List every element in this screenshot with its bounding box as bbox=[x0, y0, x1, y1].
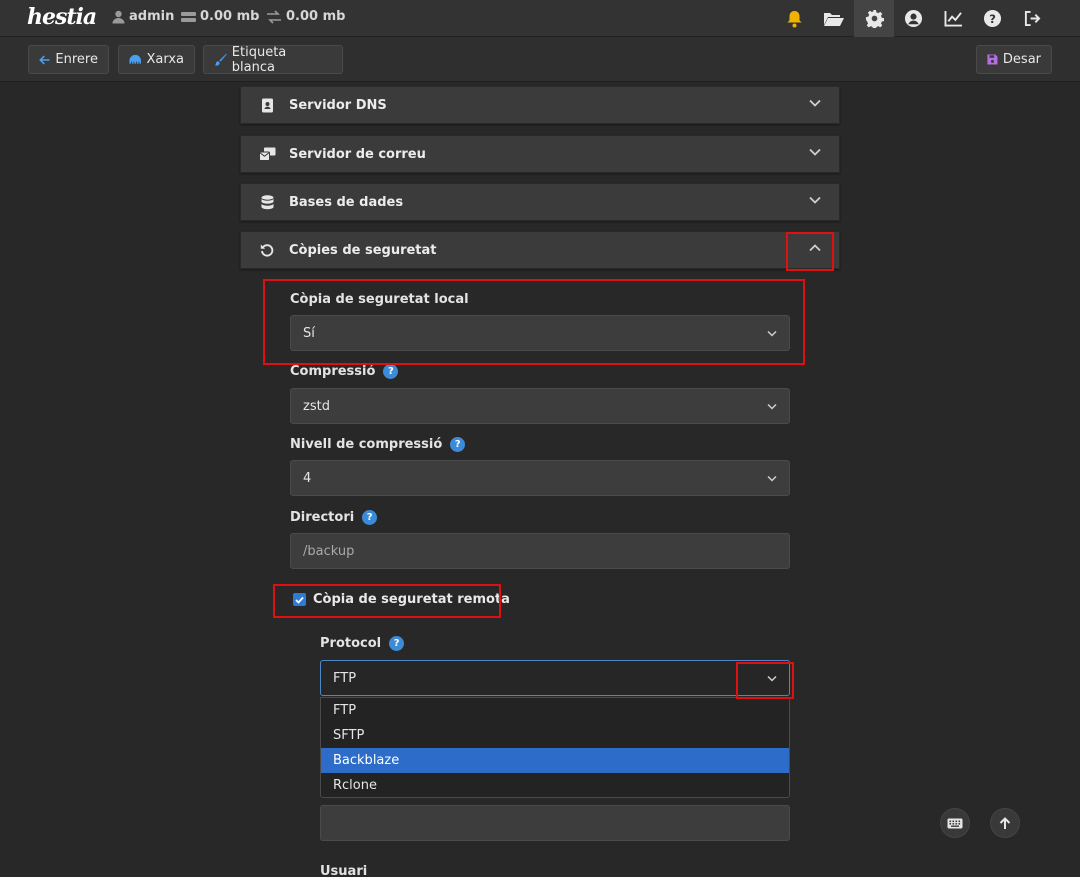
back-button-label: Enrere bbox=[55, 52, 98, 67]
help-button[interactable]: ? bbox=[972, 0, 1012, 37]
save-button[interactable]: Desar bbox=[976, 45, 1052, 74]
compression-level-label: Nivell de compressió ? bbox=[290, 437, 466, 452]
highlight-box-remote-backup bbox=[273, 584, 501, 618]
network-button[interactable]: Xarxa bbox=[118, 45, 195, 74]
protocol-option-highlighted[interactable]: Backblaze bbox=[321, 748, 789, 773]
section-dns-server[interactable]: Servidor DNS bbox=[240, 86, 840, 124]
statistics-button[interactable] bbox=[933, 0, 973, 37]
user-indicator: admin bbox=[112, 9, 174, 24]
paintbrush-icon bbox=[214, 53, 227, 66]
directory-value: /backup bbox=[303, 543, 355, 559]
transfer-arrows-icon bbox=[267, 9, 281, 24]
directory-input[interactable]: /backup bbox=[290, 533, 790, 569]
server-settings-button[interactable] bbox=[854, 0, 894, 37]
network-button-label: Xarxa bbox=[146, 52, 184, 67]
protocol-select[interactable]: FTP bbox=[320, 660, 790, 696]
help-icon[interactable]: ? bbox=[362, 510, 378, 525]
protocol-option[interactable]: FTP bbox=[321, 698, 789, 723]
highlight-box-protocol-dropdown bbox=[736, 662, 794, 699]
svg-text:?: ? bbox=[989, 12, 996, 26]
highlight-box-local-backup bbox=[263, 279, 805, 365]
help-icon[interactable]: ? bbox=[450, 437, 466, 452]
user-label: Usuari bbox=[320, 864, 367, 877]
host-input[interactable] bbox=[320, 805, 790, 841]
protocol-label: Protocol ? bbox=[320, 636, 405, 651]
protocol-option[interactable]: Rclone bbox=[321, 773, 789, 798]
database-icon bbox=[258, 194, 276, 210]
section-backups-label: Còpies de seguretat bbox=[289, 242, 437, 258]
user-account-button[interactable] bbox=[893, 0, 933, 37]
floppy-disk-icon bbox=[987, 54, 998, 65]
section-databases[interactable]: Bases de dades bbox=[240, 183, 840, 221]
back-button[interactable]: Enrere bbox=[28, 45, 109, 74]
chart-line-icon bbox=[944, 10, 962, 27]
question-circle-icon: ? bbox=[983, 9, 1001, 28]
protocol-value: FTP bbox=[333, 670, 357, 686]
protocol-dropdown-list: FTP SFTP Backblaze Rclone bbox=[320, 697, 790, 798]
address-book-icon bbox=[258, 98, 276, 113]
hestia-logo[interactable]: hestia bbox=[27, 4, 97, 30]
protocol-label-text: Protocol bbox=[320, 636, 382, 651]
help-icon[interactable]: ? bbox=[383, 364, 399, 379]
network-icon bbox=[129, 54, 142, 64]
highlight-box-collapse bbox=[786, 232, 834, 271]
folder-open-icon bbox=[824, 12, 844, 26]
mail-bulk-icon bbox=[258, 147, 276, 161]
gear-icon bbox=[865, 9, 884, 28]
compression-value: zstd bbox=[303, 398, 330, 414]
hard-drive-icon bbox=[181, 11, 196, 22]
compression-level-label-text: Nivell de compressió bbox=[290, 437, 443, 452]
section-dns-label: Servidor DNS bbox=[289, 97, 387, 113]
whitelabel-button[interactable]: Etiqueta blanca bbox=[203, 44, 343, 75]
scroll-top-button[interactable] bbox=[990, 808, 1020, 838]
keyboard-shortcuts-button[interactable] bbox=[940, 808, 970, 838]
file-manager-button[interactable] bbox=[814, 0, 854, 37]
whitelabel-button-label: Etiqueta blanca bbox=[231, 44, 287, 75]
directory-label: Directori ? bbox=[290, 510, 378, 525]
bandwidth-text: 0.00 mb bbox=[286, 9, 346, 24]
bell-icon bbox=[787, 10, 801, 27]
user-label-text: Usuari bbox=[320, 864, 368, 877]
compression-level-value: 4 bbox=[303, 470, 312, 486]
section-backups[interactable]: Còpies de seguretat bbox=[240, 231, 840, 269]
chevron-down-icon bbox=[767, 475, 777, 482]
chevron-down-icon bbox=[767, 403, 777, 410]
notifications-button[interactable] bbox=[774, 0, 814, 37]
sign-out-icon bbox=[1024, 10, 1040, 27]
rotate-left-icon bbox=[258, 243, 276, 257]
arrow-left-icon bbox=[39, 54, 50, 65]
compression-level-select[interactable]: 4 bbox=[290, 460, 790, 496]
user-circle-icon bbox=[904, 9, 922, 28]
section-mail-server[interactable]: Servidor de correu bbox=[240, 135, 840, 173]
directory-label-text: Directori bbox=[290, 510, 355, 525]
compression-label-text: Compressió bbox=[290, 364, 376, 379]
logout-button[interactable] bbox=[1012, 0, 1052, 37]
action-toolbar: Enrere Xarxa Etiqueta blanca Desar bbox=[0, 37, 1080, 82]
protocol-option[interactable]: SFTP bbox=[321, 723, 789, 748]
bandwidth-usage: 0.00 mb bbox=[266, 9, 345, 24]
top-bar: hestia admin 0.00 mb 0.00 mb ? bbox=[0, 0, 1080, 37]
keyboard-icon bbox=[947, 818, 963, 828]
help-icon[interactable]: ? bbox=[389, 636, 405, 651]
compression-label: Compressió ? bbox=[290, 364, 399, 379]
save-button-label: Desar bbox=[1002, 52, 1041, 67]
chevron-down-icon bbox=[809, 148, 821, 156]
user-icon bbox=[112, 10, 125, 23]
chevron-down-icon bbox=[809, 196, 821, 204]
compression-select[interactable]: zstd bbox=[290, 388, 790, 424]
chevron-down-icon bbox=[809, 99, 821, 107]
username-text: admin bbox=[129, 9, 175, 24]
section-mail-label: Servidor de correu bbox=[289, 146, 426, 162]
disk-usage: 0.00 mb bbox=[181, 9, 259, 24]
section-databases-label: Bases de dades bbox=[289, 194, 404, 210]
arrow-up-icon bbox=[999, 816, 1011, 829]
disk-usage-text: 0.00 mb bbox=[200, 9, 260, 24]
